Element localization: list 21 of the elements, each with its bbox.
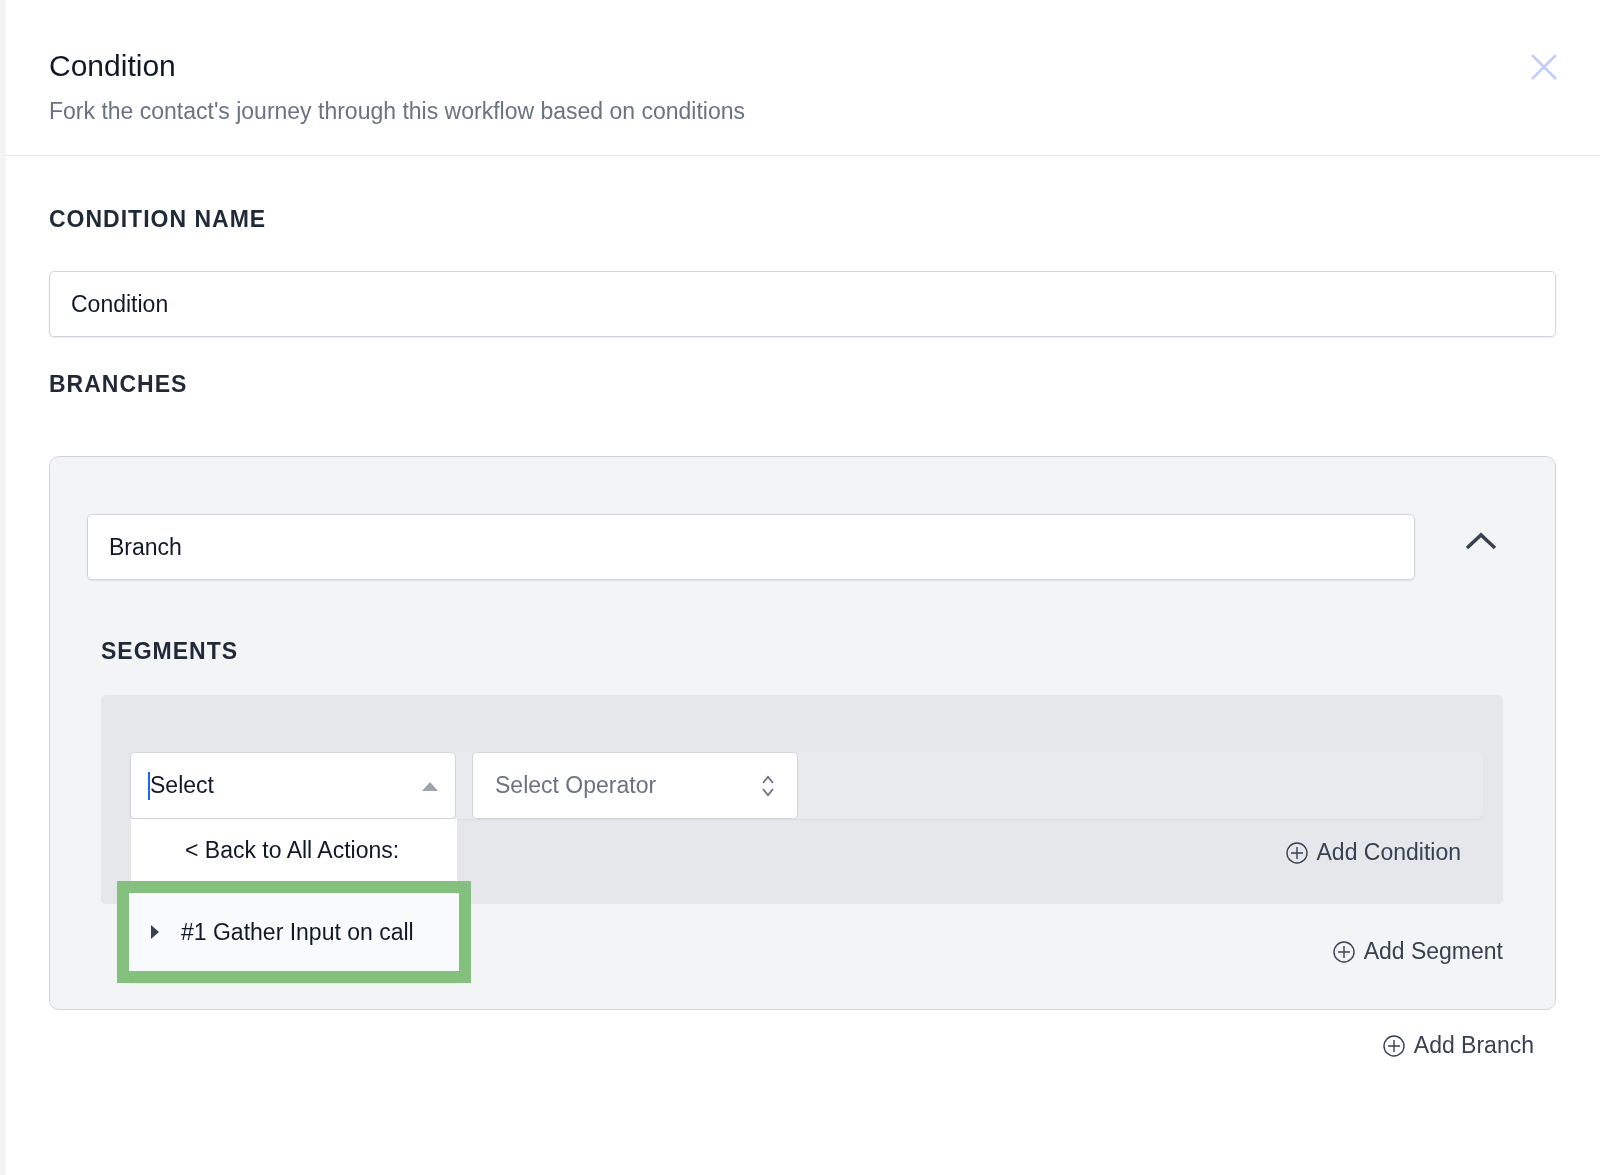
panel-title: Condition (49, 48, 177, 84)
expand-triangle-icon (151, 925, 159, 939)
plus-circle-icon (1332, 940, 1355, 963)
menu-item[interactable]: #1 Gather Input on call (129, 893, 459, 971)
plus-circle-icon (1285, 841, 1308, 864)
section-label: BRANCHES (49, 371, 189, 398)
add-branch-button[interactable]: Add Branch (1382, 1032, 1534, 1059)
add-condition-button[interactable]: Add Condition (1285, 839, 1461, 866)
section-label: CONDITION NAME (49, 206, 268, 233)
plus-circle-icon (1382, 1034, 1405, 1057)
sort-arrows-icon (761, 773, 775, 798)
caret-icon (422, 780, 438, 791)
panel-subtitle: Fork the contact's journey through this workflow based on conditions (49, 98, 746, 125)
add-segment-button[interactable]: Add Segment (1332, 938, 1503, 965)
back-link[interactable]: < Back to All Actions: (131, 836, 400, 864)
field-select[interactable]: Select (130, 752, 456, 819)
branch-name-field[interactable]: Branch (87, 514, 1415, 580)
operator-select[interactable]: Select Operator (472, 752, 798, 819)
section-label: SEGMENTS (101, 638, 240, 665)
chevron-icon[interactable] (1464, 531, 1498, 551)
condition-name-field[interactable]: Condition (49, 271, 1556, 337)
